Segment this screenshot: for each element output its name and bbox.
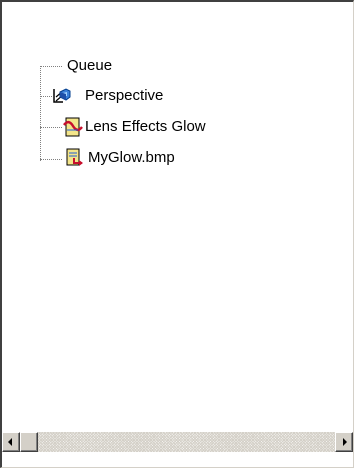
- lens-effect-filter-icon: [63, 117, 83, 137]
- tree-node-label: Lens Effects Glow: [85, 118, 206, 135]
- tree-node-label: Queue: [67, 57, 113, 74]
- perspective-camera-icon: [51, 86, 71, 106]
- queue-tree-panel: Queue Perspective Lens Effects Glow MyGl…: [0, 0, 354, 468]
- tree-connector-root: [40, 66, 62, 68]
- horizontal-scrollbar[interactable]: [2, 432, 353, 452]
- arrow-right-icon: [343, 438, 347, 446]
- scroll-left-button[interactable]: [2, 432, 20, 452]
- scrollbar-track[interactable]: [38, 432, 335, 452]
- tree-connector-lens-effects: [40, 127, 62, 129]
- arrow-left-icon: [8, 438, 12, 446]
- panel-bottom-area: [2, 452, 353, 467]
- queue-tree-view[interactable]: Queue Perspective Lens Effects Glow MyGl…: [2, 2, 352, 432]
- scroll-right-button[interactable]: [335, 432, 353, 452]
- tree-node-label: MyGlow.bmp: [88, 149, 175, 166]
- scrollbar-thumb[interactable]: [20, 432, 38, 452]
- tree-connector-vertical: [40, 66, 42, 161]
- tree-connector-myglow: [40, 159, 62, 161]
- tree-node-label: Perspective: [85, 87, 164, 104]
- image-output-icon: [65, 148, 85, 168]
